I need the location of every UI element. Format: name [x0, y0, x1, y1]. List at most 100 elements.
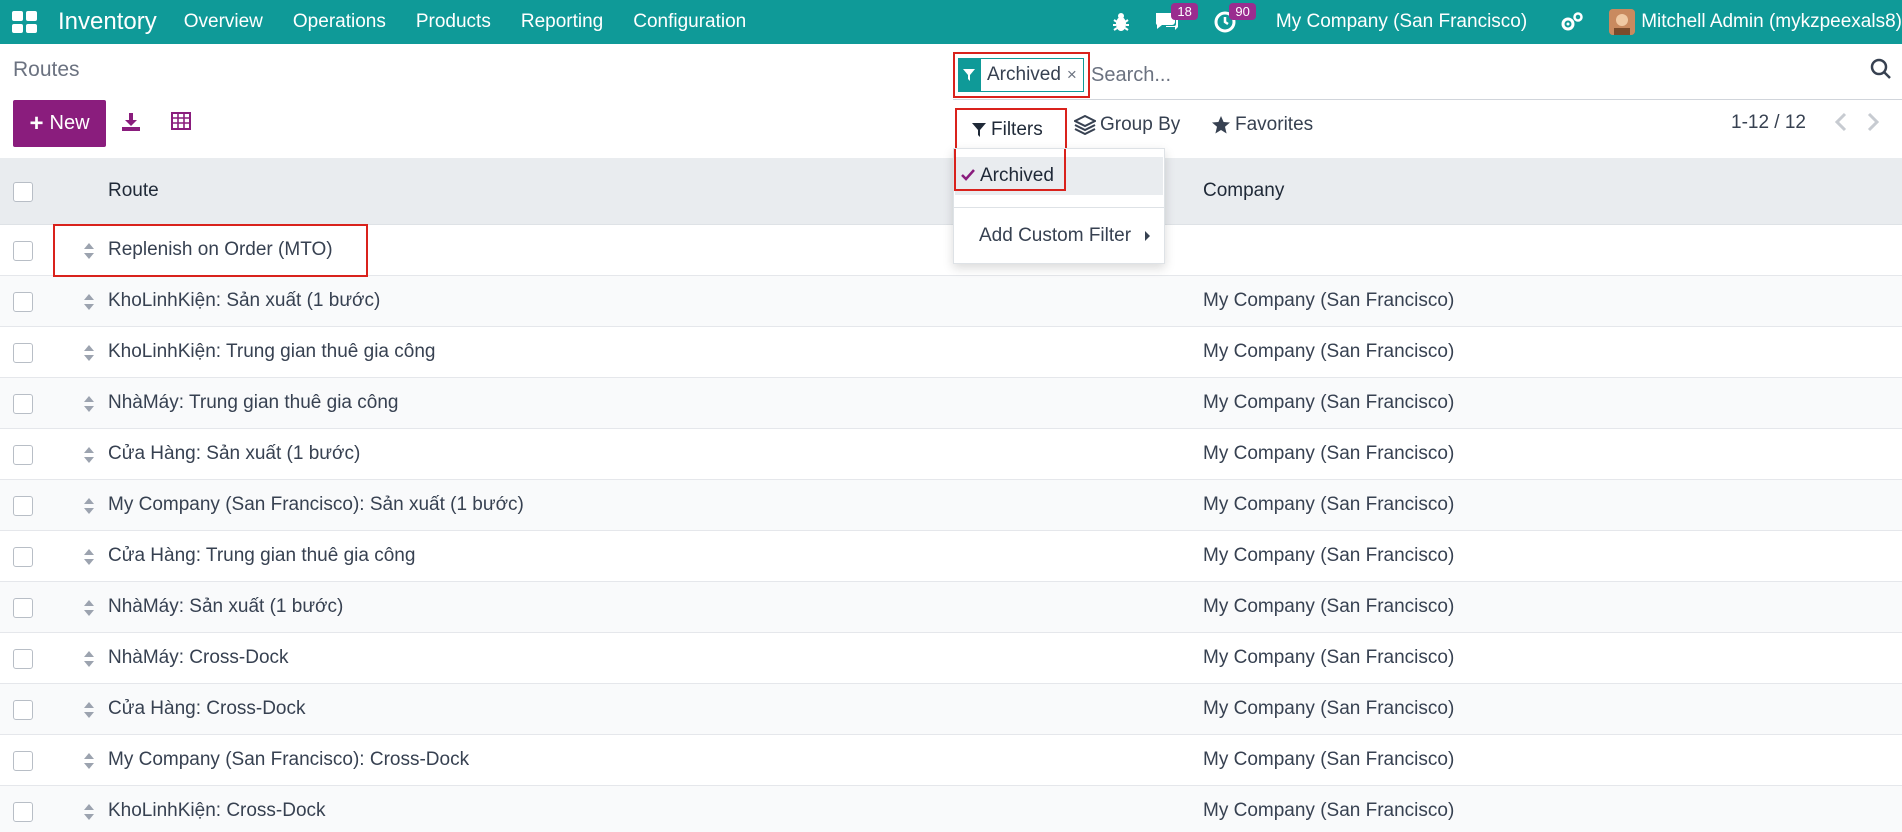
table-row[interactable]: Cửa Hàng: Sản xuất (1 bước) My Company (… — [0, 429, 1902, 480]
table-row[interactable]: Cửa Hàng: Trung gian thuê gia công My Co… — [0, 531, 1902, 582]
menu-products[interactable]: Products — [401, 11, 506, 33]
row-checkbox[interactable] — [13, 598, 33, 618]
facet-label: Archived — [987, 64, 1061, 85]
caret-right-icon — [1145, 231, 1150, 241]
add-custom-filter[interactable]: Add Custom Filter — [979, 225, 1131, 247]
table-row[interactable]: My Company (San Francisco): Cross-Dock M… — [0, 735, 1902, 786]
search-input[interactable] — [1091, 60, 1731, 90]
groupby-button[interactable]: Group By — [1074, 114, 1180, 136]
menu-reporting[interactable]: Reporting — [506, 11, 618, 33]
route-company: My Company (San Francisco) — [1203, 290, 1455, 311]
route-name: KhoLinhKiện: Cross-Dock — [108, 800, 326, 821]
row-checkbox[interactable] — [13, 700, 33, 720]
route-name: My Company (San Francisco): Sản xuất (1 … — [108, 494, 524, 515]
filters-button[interactable]: Filters — [955, 108, 1067, 152]
filter-icon — [972, 123, 986, 137]
route-company: My Company (San Francisco) — [1203, 443, 1455, 464]
user-menu[interactable]: Mitchell Admin (mykzpeexals8) — [1641, 11, 1902, 33]
table-row[interactable]: Cửa Hàng: Cross-Dock My Company (San Fra… — [0, 684, 1902, 735]
settings-icon[interactable] — [1559, 9, 1585, 35]
activities-badge: 90 — [1229, 3, 1256, 20]
route-name: Cửa Hàng: Trung gian thuê gia công — [108, 545, 416, 566]
select-all-checkbox[interactable] — [13, 182, 33, 202]
route-name: NhàMáy: Cross-Dock — [108, 647, 289, 668]
column-header-company[interactable]: Company — [1203, 180, 1284, 202]
apps-icon[interactable] — [12, 11, 38, 33]
search-facet-archived[interactable]: Archived × — [953, 52, 1090, 98]
table-row[interactable]: NhàMáy: Sản xuất (1 bước) My Company (Sa… — [0, 582, 1902, 633]
download-icon[interactable] — [121, 112, 143, 134]
spreadsheet-icon[interactable] — [171, 112, 193, 134]
row-checkbox[interactable] — [13, 394, 33, 414]
filters-dropdown: Archived Add Custom Filter — [953, 148, 1165, 264]
favorites-button[interactable]: Favorites — [1211, 114, 1313, 136]
groupby-label: Group By — [1100, 114, 1181, 135]
route-company: My Company (San Francisco) — [1203, 800, 1455, 821]
route-company: My Company (San Francisco) — [1203, 647, 1455, 668]
row-checkbox[interactable] — [13, 649, 33, 669]
bug-icon[interactable] — [1108, 9, 1134, 35]
row-checkbox[interactable] — [13, 547, 33, 567]
row-checkbox[interactable] — [13, 241, 33, 261]
pager-value[interactable]: 1-12 / 12 — [1731, 112, 1806, 134]
search-icon[interactable] — [1870, 58, 1894, 82]
drag-handle-icon[interactable] — [83, 293, 95, 311]
menu-overview[interactable]: Overview — [169, 11, 278, 33]
route-name: My Company (San Francisco): Cross-Dock — [108, 749, 470, 770]
row-checkbox[interactable] — [13, 292, 33, 312]
filter-icon — [958, 58, 980, 92]
menu-configuration[interactable]: Configuration — [618, 11, 761, 33]
drag-handle-icon[interactable] — [83, 599, 95, 617]
chevron-right-icon[interactable] — [1866, 112, 1880, 138]
row-checkbox[interactable] — [13, 445, 33, 465]
row-checkbox[interactable] — [13, 751, 33, 771]
drag-handle-icon[interactable] — [83, 446, 95, 464]
row-checkbox[interactable] — [13, 802, 33, 822]
app-name[interactable]: Inventory — [58, 8, 157, 36]
star-icon — [1212, 116, 1230, 134]
drag-handle-icon[interactable] — [83, 395, 95, 413]
table-row[interactable]: KhoLinhKiện: Sản xuất (1 bước) My Compan… — [0, 276, 1902, 327]
drag-handle-icon[interactable] — [83, 701, 95, 719]
route-name: NhàMáy: Trung gian thuê gia công — [108, 392, 399, 413]
row-checkbox[interactable] — [13, 496, 33, 516]
route-name: NhàMáy: Sản xuất (1 bước) — [108, 596, 344, 617]
close-icon[interactable]: × — [1067, 65, 1077, 85]
chevron-left-icon[interactable] — [1834, 112, 1848, 138]
column-header-route[interactable]: Route — [108, 180, 159, 202]
plus-icon: + — [29, 109, 44, 137]
company-switcher[interactable]: My Company (San Francisco) — [1276, 11, 1527, 33]
avatar[interactable] — [1609, 9, 1636, 35]
row-checkbox[interactable] — [13, 343, 33, 363]
new-button-label: New — [49, 112, 90, 134]
clock-icon[interactable]: 90 — [1212, 3, 1256, 35]
drag-handle-icon[interactable] — [83, 497, 95, 515]
dropdown-divider — [954, 207, 1164, 208]
favorites-label: Favorites — [1235, 114, 1314, 135]
drag-handle-icon[interactable] — [83, 803, 95, 821]
route-company: My Company (San Francisco) — [1203, 749, 1455, 770]
drag-handle-icon[interactable] — [83, 650, 95, 668]
route-company: My Company (San Francisco) — [1203, 698, 1455, 719]
table-row[interactable]: NhàMáy: Trung gian thuê gia công My Comp… — [0, 378, 1902, 429]
route-company: My Company (San Francisco) — [1203, 341, 1455, 362]
drag-handle-icon[interactable] — [83, 752, 95, 770]
table-header: Route Company — [0, 158, 1902, 225]
filters-label: Filters — [991, 119, 1043, 140]
route-company: My Company (San Francisco) — [1203, 545, 1455, 566]
drag-handle-icon[interactable] — [83, 344, 95, 362]
chat-icon[interactable]: 18 — [1154, 3, 1198, 35]
search-panel-options: Filters Group By Favorites — [953, 108, 1553, 152]
search-bar: Archived × — [953, 52, 1902, 100]
route-name: KhoLinhKiện: Sản xuất (1 bước) — [108, 290, 381, 311]
navbar-systray: 18 90 My Company (San Francisco) Mitchel… — [1098, 0, 1902, 44]
table-row[interactable]: My Company (San Francisco): Sản xuất (1 … — [0, 480, 1902, 531]
menu-operations[interactable]: Operations — [278, 11, 401, 33]
table-row[interactable]: KhoLinhKiện: Trung gian thuê gia công My… — [0, 327, 1902, 378]
facet-value: Archived × — [980, 58, 1084, 92]
drag-handle-icon[interactable] — [83, 548, 95, 566]
breadcrumb: Routes — [13, 58, 80, 81]
table-row[interactable]: KhoLinhKiện: Cross-Dock My Company (San … — [0, 786, 1902, 832]
new-button[interactable]: + New — [13, 100, 106, 147]
table-row[interactable]: NhàMáy: Cross-Dock My Company (San Franc… — [0, 633, 1902, 684]
